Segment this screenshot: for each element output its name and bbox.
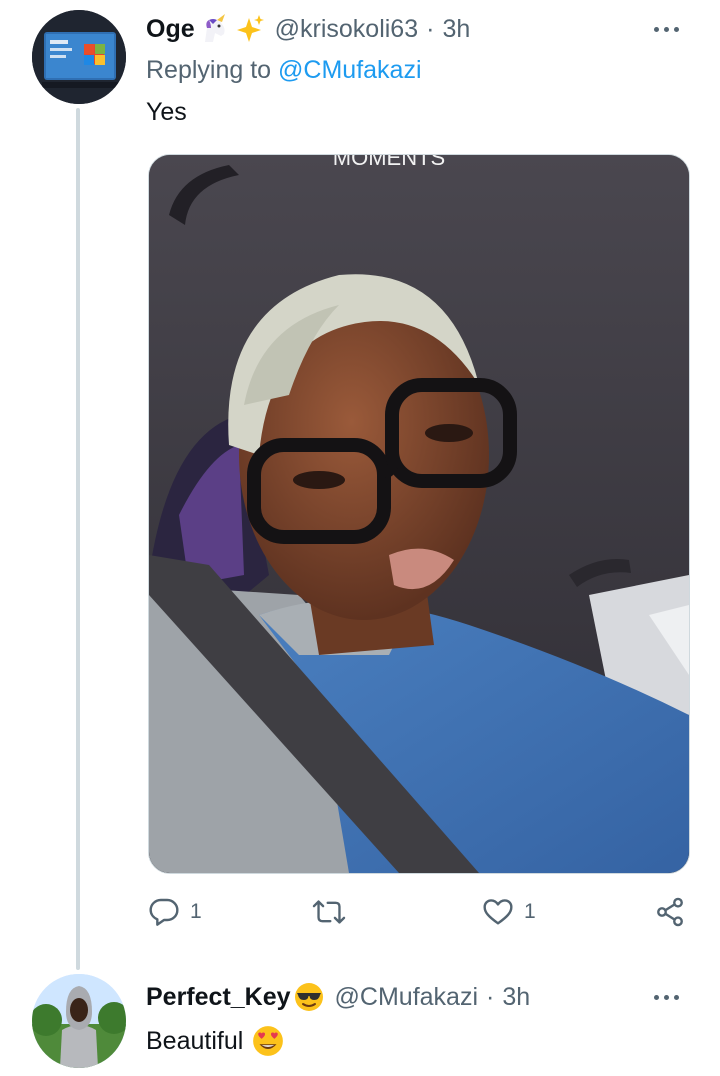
avatar-image [32,10,126,104]
tweet-header: Perfect_Key @CMufakazi · 3h [146,980,530,1014]
tweet-time[interactable]: 3h [442,12,470,46]
reply-mention-link[interactable]: @CMufakazi [278,56,421,84]
more-options-icon[interactable] [654,25,684,33]
replying-to-label: Replying to [146,56,272,84]
separator-dot: · [486,983,495,1011]
tweet-actions-bar: 1 1 [146,896,692,936]
separator-dot: · [426,15,435,43]
like-count: 1 [524,900,536,923]
media-caption: MOMENTS [333,155,445,170]
retweet-icon [312,900,346,924]
replying-to-line: Replying to @CMufakazi [146,56,422,85]
tweet-text: Yes [146,98,187,126]
user-handle[interactable]: @krisokoli63 [275,12,418,46]
unicorn-emoji-icon [199,14,231,44]
heart-eyes-emoji-icon [251,1024,285,1058]
avatar[interactable] [32,974,126,1068]
avatar[interactable] [32,10,126,104]
more-options-icon[interactable] [654,993,684,1001]
tweet-media-image[interactable]: MOMENTS [148,154,690,874]
display-name[interactable]: Oge [146,12,195,46]
tweet-header: Oge @krisokoli63 · 3h [146,12,470,46]
tweet-text-row: Beautiful [146,1024,285,1058]
sunglasses-emoji-icon [293,981,325,1013]
like-button[interactable]: 1 [482,896,536,928]
retweet-button[interactable] [312,896,346,928]
thread-connector-line [76,108,80,970]
tweet-time[interactable]: 3h [502,980,530,1014]
share-icon [657,897,683,927]
reply-icon [149,898,179,926]
share-button[interactable] [654,896,686,928]
reply-count: 1 [190,900,202,923]
like-icon [483,899,513,925]
tweet-text: Beautiful [146,1026,244,1055]
reply-button[interactable]: 1 [148,896,202,928]
display-name[interactable]: Perfect_Key [146,980,291,1014]
avatar-image [32,974,126,1068]
sparkles-emoji-icon [235,14,265,44]
user-handle[interactable]: @CMufakazi [335,980,478,1014]
